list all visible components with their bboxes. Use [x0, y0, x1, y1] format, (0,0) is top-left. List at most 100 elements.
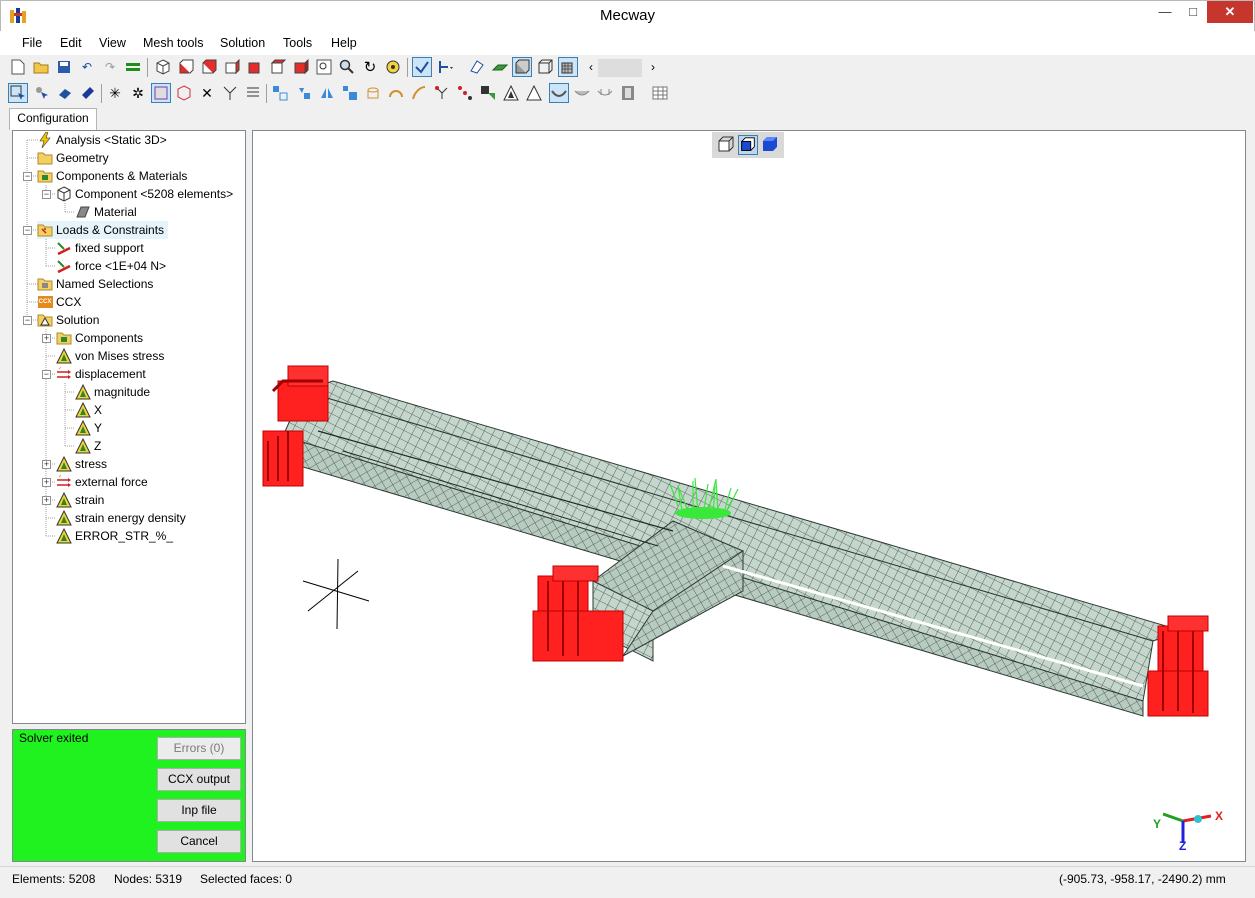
tree-item-solution-components[interactable]: Components — [56, 329, 143, 347]
scroll-right-icon[interactable]: › — [643, 57, 663, 77]
surface-icon[interactable] — [490, 57, 510, 77]
expand-toggle[interactable]: − — [42, 190, 51, 199]
sweep-icon[interactable] — [409, 83, 429, 103]
tree-item-components-materials[interactable]: Components & Materials — [37, 167, 187, 185]
expand-toggle[interactable]: − — [42, 370, 51, 379]
shaded-icon[interactable] — [512, 57, 532, 77]
inp-file-button[interactable]: Inp file — [157, 799, 241, 822]
rotate-copy-icon[interactable] — [294, 83, 314, 103]
tree-item-loads-constraints[interactable]: Loads & Constraints — [37, 221, 169, 239]
expand-toggle[interactable]: + — [42, 496, 51, 505]
equals-icon[interactable] — [123, 57, 143, 77]
expand-toggle[interactable]: − — [23, 226, 32, 235]
zoom-icon[interactable] — [337, 57, 357, 77]
maximize-button[interactable]: □ — [1179, 1, 1207, 23]
menu-help[interactable]: Help — [331, 36, 357, 50]
undo-icon[interactable]: ↶ — [77, 57, 97, 77]
select-face-icon[interactable] — [55, 83, 75, 103]
triangle-outline-icon[interactable] — [524, 83, 544, 103]
tree-item-external-force[interactable]: external force — [56, 473, 148, 491]
menu-edit[interactable]: Edit — [60, 36, 82, 50]
ccx-output-button[interactable]: CCX output — [157, 768, 241, 791]
scale-icon[interactable] — [340, 83, 360, 103]
explode-icon[interactable]: ✳ — [105, 83, 125, 103]
cancel-button[interactable]: Cancel — [157, 830, 241, 853]
menu-file[interactable]: File — [22, 36, 42, 50]
tree-item-component[interactable]: Component <5208 elements> — [56, 185, 233, 203]
new-file-icon[interactable] — [8, 57, 28, 77]
zoom-window-icon[interactable] — [314, 57, 334, 77]
film-icon[interactable] — [618, 83, 638, 103]
split-icon[interactable] — [220, 83, 240, 103]
menu-solution[interactable]: Solution — [220, 36, 265, 50]
triangle-icon[interactable] — [501, 83, 521, 103]
table-icon[interactable] — [650, 83, 670, 103]
tree-item-displacement[interactable]: displacement — [56, 365, 146, 383]
view-front-icon[interactable] — [176, 57, 196, 77]
revolve-icon[interactable] — [386, 83, 406, 103]
errors-button[interactable]: Errors (0) — [157, 737, 241, 760]
mirror-icon[interactable] — [317, 83, 337, 103]
menu-view[interactable]: View — [99, 36, 126, 50]
select-mode-icon[interactable] — [412, 57, 432, 77]
view-bottom-icon[interactable] — [291, 57, 311, 77]
tree-item-named-selections[interactable]: Named Selections — [37, 275, 153, 293]
minimize-button[interactable]: — — [1151, 1, 1179, 23]
shell2-icon[interactable] — [572, 83, 592, 103]
view-left-icon[interactable] — [222, 57, 242, 77]
tree-item-material[interactable]: Material — [75, 203, 137, 221]
expand-toggle[interactable]: + — [42, 334, 51, 343]
save-icon[interactable] — [54, 57, 74, 77]
view-right-icon[interactable] — [245, 57, 265, 77]
expand-toggle[interactable]: + — [42, 478, 51, 487]
tree-item-y[interactable]: Y — [75, 419, 102, 437]
tree-item-ccx[interactable]: CCX CCX — [37, 293, 81, 311]
shell3-icon[interactable] — [595, 83, 615, 103]
open-folder-icon[interactable] — [31, 57, 51, 77]
select-node-icon[interactable] — [32, 83, 52, 103]
select-element-icon[interactable] — [8, 83, 28, 103]
refine-icon[interactable] — [455, 83, 475, 103]
select-dropdown-icon[interactable] — [436, 57, 456, 77]
view-top-icon[interactable] — [268, 57, 288, 77]
mesh-shaded-icon[interactable] — [558, 57, 578, 77]
list-icon[interactable] — [243, 83, 263, 103]
view-back-icon[interactable] — [199, 57, 219, 77]
merge-icon[interactable] — [432, 83, 452, 103]
view-iso-icon[interactable] — [153, 57, 173, 77]
tree-item-magnitude[interactable]: magnitude — [75, 383, 150, 401]
tab-configuration[interactable]: Configuration — [9, 108, 97, 130]
delete-icon[interactable]: ✕ — [197, 83, 217, 103]
tree-item-von-mises[interactable]: von Mises stress — [56, 347, 164, 365]
cube-select-icon[interactable] — [174, 83, 194, 103]
tree-item-force[interactable]: force <1E+04 N> — [56, 257, 166, 275]
tree-item-z[interactable]: Z — [75, 437, 101, 455]
menu-mesh-tools[interactable]: Mesh tools — [143, 36, 203, 50]
rotate-icon[interactable]: ↻ — [360, 57, 380, 77]
select-edge-icon[interactable] — [78, 83, 98, 103]
tree-item-x[interactable]: X — [75, 401, 102, 419]
zoom-fit-icon[interactable] — [383, 57, 403, 77]
tree-item-error-str[interactable]: ERROR_STR_%_ — [56, 527, 173, 545]
tree-item-geometry[interactable]: Geometry — [37, 149, 109, 167]
expand-toggle[interactable]: − — [23, 316, 32, 325]
explode-select-icon[interactable]: ✲ — [128, 83, 148, 103]
wireframe-icon[interactable] — [535, 57, 555, 77]
tree-item-solution[interactable]: Solution — [37, 311, 99, 329]
move-icon[interactable] — [270, 83, 290, 103]
extrude-icon[interactable] — [363, 83, 383, 103]
expand-toggle[interactable]: − — [23, 172, 32, 181]
expand-toggle[interactable]: + — [42, 460, 51, 469]
box-select-icon[interactable] — [151, 83, 171, 103]
tree-item-stress[interactable]: stress — [56, 455, 107, 473]
menu-tools[interactable]: Tools — [283, 36, 312, 50]
tree-item-fixed-support[interactable]: fixed support — [56, 239, 144, 257]
quality-icon[interactable] — [478, 83, 498, 103]
model-viewport[interactable]: X Y Z — [252, 130, 1246, 862]
redo-icon[interactable]: ↷ — [100, 57, 120, 77]
toolbar-scroll-track[interactable] — [598, 59, 642, 77]
section-icon[interactable] — [467, 57, 487, 77]
tree-item-analysis[interactable]: Analysis <Static 3D> — [37, 131, 167, 149]
tree-item-strain[interactable]: strain — [56, 491, 104, 509]
close-button[interactable]: ✕ — [1207, 1, 1253, 23]
